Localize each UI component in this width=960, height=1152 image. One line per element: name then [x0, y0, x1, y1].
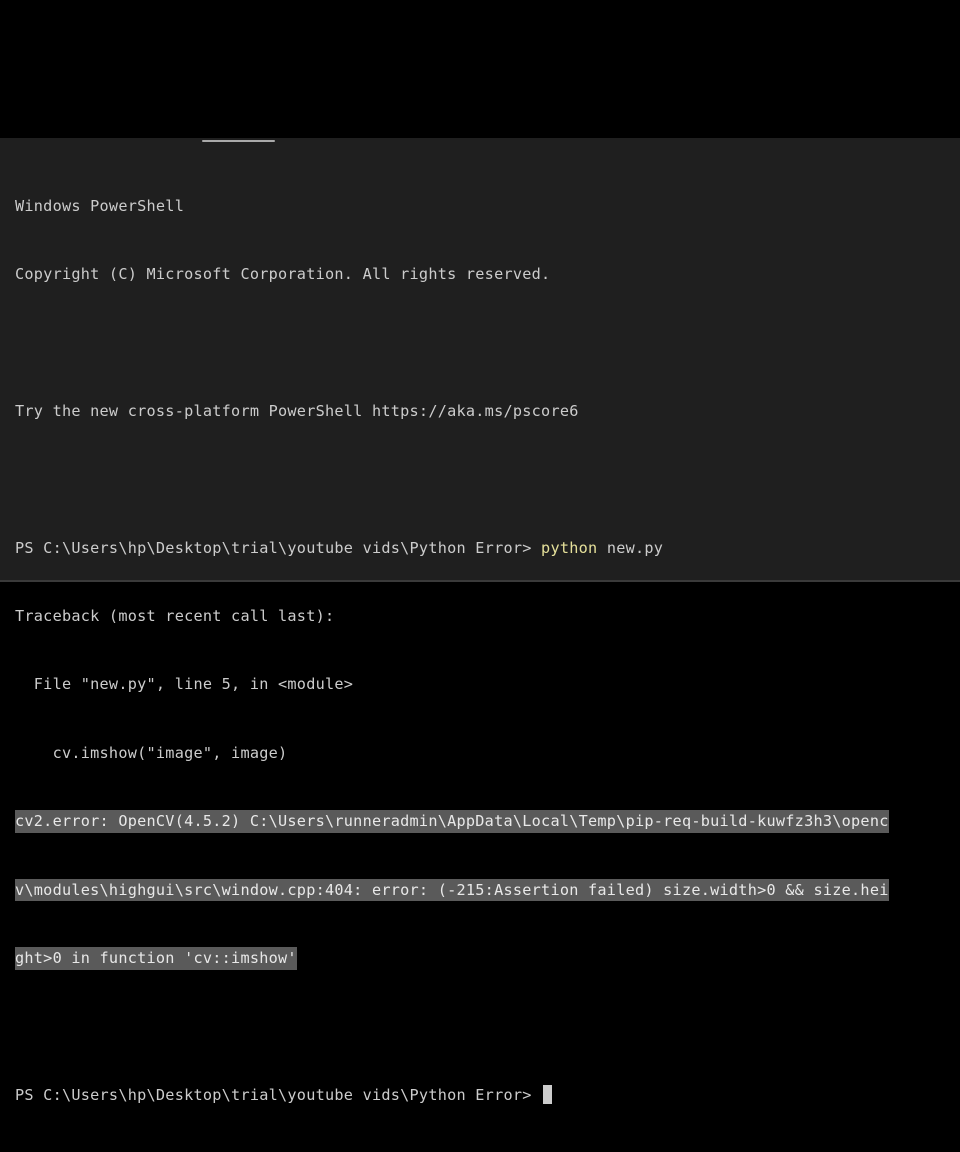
traceback-code-line: cv.imshow("image", image)	[15, 743, 288, 762]
error-text: v\modules\highgui\src\window.cpp:404: er…	[15, 878, 889, 902]
prompt-line[interactable]: PS C:\Users\hp\Desktop\trial\youtube vid…	[15, 1084, 960, 1107]
command-executable: python	[541, 538, 598, 557]
selected-error-line-1[interactable]: cv2.error: OpenCV(4.5.2) C:\Users\runner…	[15, 810, 960, 833]
try-new-powershell-line: Try the new cross-platform PowerShell ht…	[15, 401, 579, 420]
terminal-bottom-border	[0, 580, 960, 582]
selected-error-line-2[interactable]: v\modules\highgui\src\window.cpp:404: er…	[15, 878, 960, 902]
prompt: PS C:\Users\hp\Desktop\trial\youtube vid…	[15, 538, 542, 557]
traceback-header: Traceback (most recent call last):	[15, 606, 335, 625]
powershell-terminal[interactable]: Windows PowerShell Copyright (C) Microso…	[0, 138, 960, 1104]
error-text: cv2.error: OpenCV(4.5.2) C:\Users\runner…	[15, 810, 889, 833]
command-args: new.py	[597, 538, 664, 557]
command-line: PS C:\Users\hp\Desktop\trial\youtube vid…	[15, 537, 960, 560]
error-text: ght>0 in function 'cv::imshow'	[15, 946, 297, 970]
text-cursor	[543, 1084, 553, 1104]
banner-title: Windows PowerShell	[15, 196, 185, 215]
prompt: PS C:\Users\hp\Desktop\trial\youtube vid…	[15, 1085, 542, 1104]
selected-error-line-3[interactable]: ght>0 in function 'cv::imshow'	[15, 946, 960, 970]
copyright-line: Copyright (C) Microsoft Corporation. All…	[15, 264, 551, 283]
traceback-file-line: File "new.py", line 5, in <module>	[15, 675, 354, 694]
terminal-output[interactable]: Windows PowerShell Copyright (C) Microso…	[15, 149, 960, 1152]
active-tab-indicator	[202, 140, 275, 142]
